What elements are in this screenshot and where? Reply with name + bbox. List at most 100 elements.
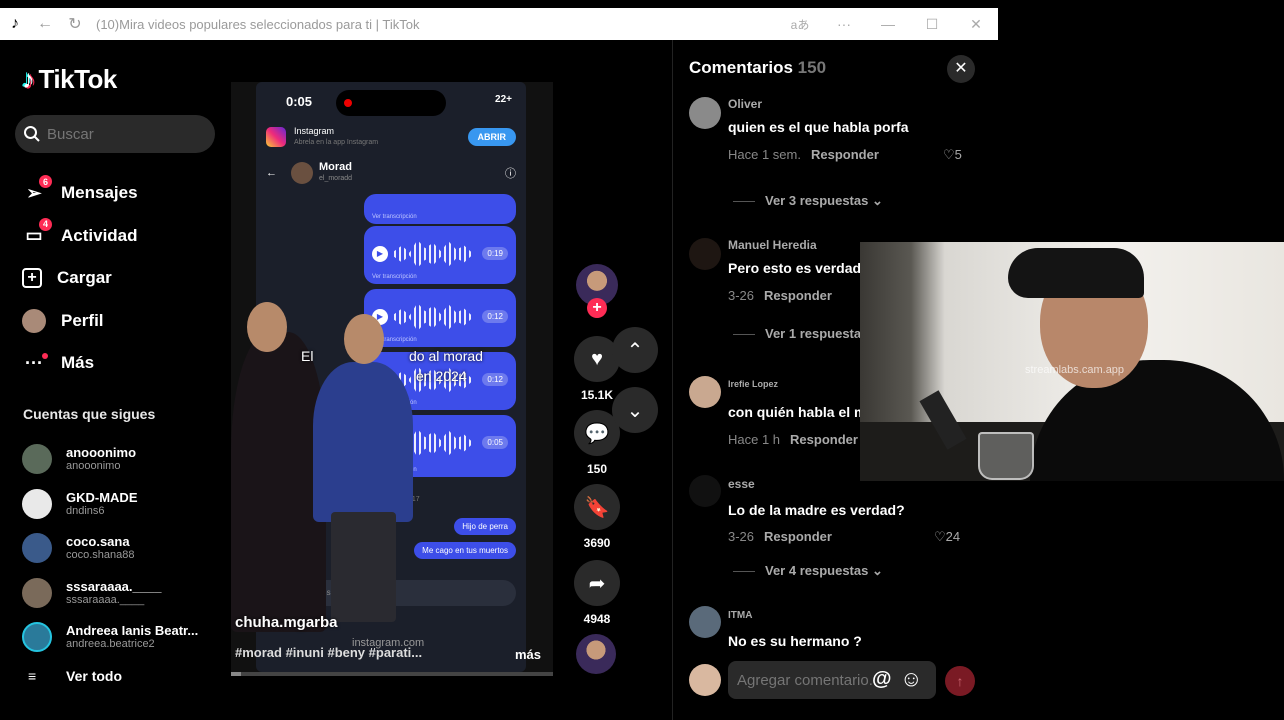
comment-like-count: 24 bbox=[945, 529, 961, 544]
view-replies-button[interactable]: Ver 4 respuestas ⌄ bbox=[733, 563, 883, 579]
emoji-icon[interactable]: ☺ bbox=[900, 666, 922, 692]
video-hashtags[interactable]: #morad #inuni #beny #parati... bbox=[235, 645, 422, 660]
following-item[interactable]: coco.sana coco.shana88 bbox=[22, 526, 222, 571]
phone-battery: 22+ bbox=[495, 94, 512, 105]
comment-input[interactable] bbox=[737, 671, 877, 689]
reply-button[interactable]: Responder bbox=[790, 432, 858, 447]
person-left bbox=[231, 332, 326, 632]
comment-action[interactable]: 💬 150 bbox=[574, 410, 620, 476]
video-progress-fill bbox=[231, 672, 241, 676]
view-replies-button[interactable]: Ver 1 respuesta bbox=[733, 326, 861, 341]
comment-meta: Hace 1 h Responder bbox=[728, 432, 858, 447]
comment-like[interactable]: ♡24 bbox=[934, 529, 960, 545]
following-item[interactable]: anooonimo anooonimo bbox=[22, 437, 222, 482]
share-count: 4948 bbox=[583, 612, 611, 626]
following-item[interactable]: sssaraaaa.____ sssaraaaa.____ bbox=[22, 571, 222, 616]
next-video-button[interactable]: ⌄ bbox=[612, 387, 658, 433]
share-icon[interactable]: ➦ bbox=[574, 560, 620, 606]
following-name: sssaraaaa.____ bbox=[66, 578, 162, 594]
previous-video-button[interactable]: ⌃ bbox=[612, 327, 658, 373]
avatar[interactable] bbox=[689, 97, 721, 129]
avatar bbox=[22, 488, 52, 519]
tiktok-note-icon: ♪ bbox=[22, 64, 35, 94]
follow-plus-button[interactable]: + bbox=[587, 298, 607, 318]
webcam-overlay: streamlabs.cam.app bbox=[860, 242, 1284, 481]
back-arrow-icon[interactable]: ← bbox=[30, 15, 60, 33]
following-username: anooonimo bbox=[66, 460, 121, 473]
video-more-link[interactable]: más bbox=[515, 647, 541, 662]
tiktok-logo-text: TikTok bbox=[38, 64, 118, 94]
avatar[interactable] bbox=[689, 376, 721, 408]
video-progress-bar[interactable] bbox=[231, 672, 553, 676]
comment-username[interactable]: Irefie Lopez bbox=[728, 379, 778, 389]
view-replies-label: Ver 4 respuestas bbox=[765, 563, 869, 578]
following-title: Cuentas que sigues bbox=[23, 406, 156, 422]
video-overlay-text: en 2024 bbox=[416, 368, 467, 384]
chevron-down-icon: ⌄ bbox=[626, 399, 644, 422]
back-arrow-icon: ← bbox=[266, 167, 277, 179]
comment-username[interactable]: Manuel Heredia bbox=[728, 238, 817, 252]
comment-like-count: 5 bbox=[954, 147, 962, 162]
sidebar-item-actividad[interactable]: ▭ 4 Actividad bbox=[22, 215, 222, 258]
reload-icon[interactable]: ↻ bbox=[60, 14, 90, 34]
maximize-button[interactable]: ☐ bbox=[910, 16, 954, 33]
comment-username[interactable]: Oliver bbox=[728, 97, 762, 111]
reply-button[interactable]: Responder bbox=[764, 288, 832, 303]
dynamic-island bbox=[336, 90, 446, 116]
video-overlay-text: do al morad bbox=[409, 348, 483, 364]
avatar[interactable] bbox=[689, 606, 721, 638]
avatar bbox=[22, 444, 52, 475]
reply-button[interactable]: Responder bbox=[764, 529, 832, 544]
avatar[interactable] bbox=[689, 475, 721, 507]
avatar bbox=[22, 533, 52, 564]
phone-statusbar: 0:05 22+ bbox=[256, 82, 526, 122]
avatar[interactable] bbox=[689, 238, 721, 270]
comment-meta: 3-26 Responder bbox=[728, 529, 832, 544]
sidebar-item-perfil[interactable]: Perfil bbox=[22, 300, 222, 343]
video-author[interactable]: chuha.mgarba bbox=[235, 614, 338, 631]
sent-message: Hijo de perra bbox=[454, 518, 516, 535]
more-dots-icon[interactable]: ··· bbox=[822, 16, 866, 32]
send-comment-button[interactable]: ↑ bbox=[945, 666, 975, 696]
music-disc[interactable] bbox=[576, 634, 616, 674]
chat-name: Morad bbox=[319, 161, 352, 173]
sidebar-item-mas[interactable]: ··· Más bbox=[22, 342, 222, 385]
instagram-banner: Instagram Abrela en la app Instagram ABRI… bbox=[266, 124, 516, 150]
following-item[interactable]: Andreea Ianis Beatr... andreea.beatrice2 bbox=[22, 615, 222, 660]
tiktok-logo[interactable]: ♪ TikTok bbox=[22, 64, 117, 95]
video-overlay-text: El bbox=[301, 348, 314, 364]
minimize-button[interactable]: — bbox=[866, 16, 910, 32]
search-input[interactable] bbox=[47, 125, 207, 143]
close-comments-button[interactable]: ✕ bbox=[947, 55, 975, 83]
close-window-button[interactable]: ✕ bbox=[954, 16, 998, 33]
video-player[interactable]: 0:05 22+ Instagram Abrela en la app Insta… bbox=[231, 82, 553, 676]
following-item[interactable]: GKD-MADE dndins6 bbox=[22, 482, 222, 527]
see-all-button[interactable]: ≡ Ver todo bbox=[28, 668, 122, 684]
following-name: coco.sana bbox=[66, 534, 130, 550]
comment-username[interactable]: esse bbox=[728, 477, 755, 491]
avatar bbox=[22, 622, 52, 653]
comment-username[interactable]: ITMA bbox=[728, 610, 752, 621]
sidebar-item-cargar[interactable]: + Cargar bbox=[22, 257, 222, 300]
translate-icon[interactable]: aあ bbox=[778, 16, 822, 33]
list-icon: ≡ bbox=[28, 668, 37, 684]
following-name: anooonimo bbox=[66, 445, 137, 461]
chat-header: ← Morad el_moradd ⓘ bbox=[266, 160, 516, 186]
search-bar[interactable] bbox=[15, 115, 215, 153]
bookmark-icon[interactable]: 🔖 bbox=[574, 484, 620, 530]
view-replies-button[interactable]: Ver 3 respuestas ⌄ bbox=[733, 193, 883, 209]
comment-time: Hace 1 h bbox=[728, 432, 781, 447]
tiktok-favicon-icon: ♪ bbox=[11, 15, 19, 32]
reply-button[interactable]: Responder bbox=[811, 147, 879, 162]
person-right-legs bbox=[331, 512, 396, 622]
sidebar-item-mensajes[interactable]: ➢ 6 Mensajes bbox=[22, 172, 222, 215]
comment-like[interactable]: ♡5 bbox=[943, 147, 962, 163]
person-right-head bbox=[344, 314, 384, 364]
share-action[interactable]: ➦ 4948 bbox=[574, 560, 620, 626]
save-action[interactable]: 🔖 3690 bbox=[574, 484, 620, 550]
avatar bbox=[291, 162, 313, 184]
mention-icon[interactable]: @ bbox=[872, 668, 892, 691]
following-name: GKD-MADE bbox=[66, 489, 138, 505]
comments-count: 150 bbox=[797, 58, 827, 77]
comment-text: No es su hermano ? bbox=[728, 633, 862, 649]
